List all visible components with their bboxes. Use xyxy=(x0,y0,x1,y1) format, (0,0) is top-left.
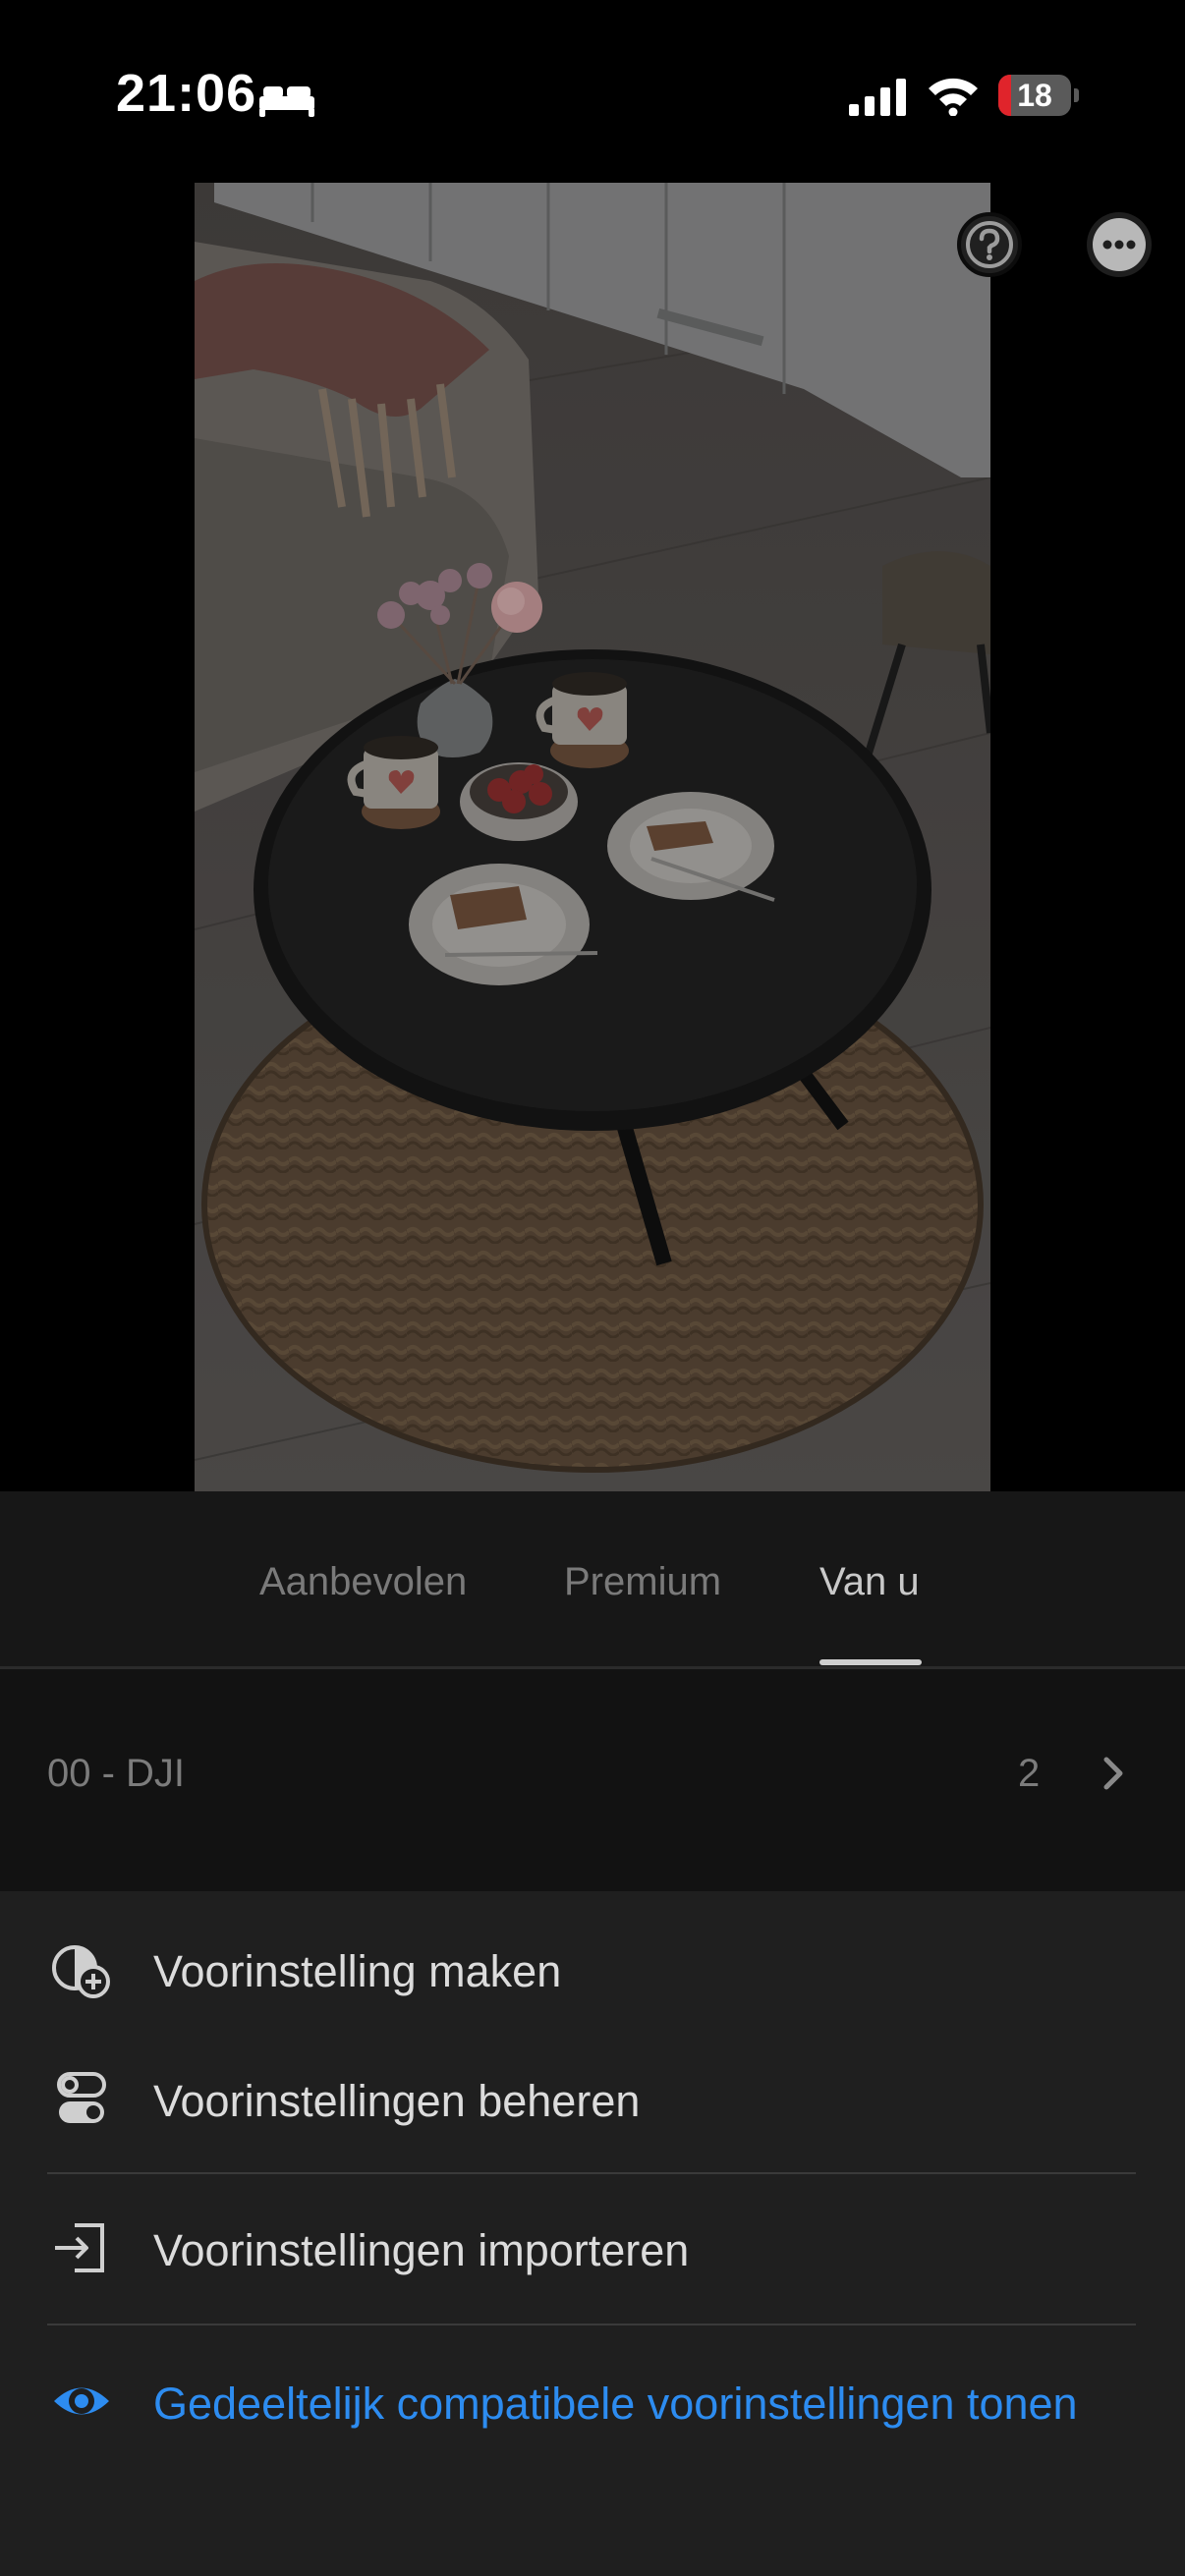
manage-presets-icon xyxy=(57,2072,106,2123)
create-preset-item[interactable]: Voorinstelling maken xyxy=(0,1911,1185,2029)
more-options-button[interactable] xyxy=(1087,212,1152,277)
preset-group-row[interactable]: 00 - DJI 2 xyxy=(0,1669,1185,1891)
preset-group-count: 2 xyxy=(1018,1752,1041,1795)
import-presets-item[interactable]: Voorinstellingen importeren xyxy=(0,2192,1185,2310)
import-icon xyxy=(55,2223,104,2272)
status-bar: 21:06 18 xyxy=(0,0,1185,187)
eye-icon xyxy=(54,2387,109,2415)
more-icon xyxy=(1093,218,1146,271)
create-preset-icon xyxy=(52,1945,110,1998)
battery-level: 18 xyxy=(1017,78,1052,113)
battery-icon: 18 xyxy=(998,75,1079,116)
wifi-icon xyxy=(929,78,978,116)
tab-premium[interactable]: Premium xyxy=(564,1560,721,1604)
photo-preview xyxy=(195,183,990,1491)
preset-category-tabs: Aanbevolen Premium Van u xyxy=(0,1491,1185,1669)
preset-group-name: 00 - DJI xyxy=(47,1752,186,1795)
help-button[interactable] xyxy=(957,212,1022,277)
chevron-right-icon xyxy=(1103,1757,1123,1790)
show-partially-compatible-item[interactable]: Gedeeltelijk compatibele voorinstellinge… xyxy=(0,2343,1185,2461)
tab-aanbevolen[interactable]: Aanbevolen xyxy=(259,1560,467,1604)
create-preset-label: Voorinstelling maken xyxy=(153,1946,562,1996)
manage-presets-label: Voorinstellingen beheren xyxy=(153,2076,641,2126)
import-presets-label: Voorinstellingen importeren xyxy=(153,2225,690,2275)
show-partially-compatible-label: Gedeeltelijk compatibele voorinstellinge… xyxy=(153,2379,1078,2429)
status-time: 21:06 xyxy=(116,64,257,123)
menu-divider xyxy=(47,2172,1136,2174)
photo-preview-area xyxy=(0,183,1185,1491)
preset-action-sheet: Voorinstelling maken Voorinstellingen be… xyxy=(0,1891,1185,2576)
cellular-signal-icon xyxy=(849,79,906,116)
tab-van-u[interactable]: Van u xyxy=(819,1560,920,1604)
active-tab-indicator xyxy=(819,1659,922,1665)
menu-divider xyxy=(47,2324,1136,2325)
bed-icon xyxy=(259,86,314,117)
manage-presets-item[interactable]: Voorinstellingen beheren xyxy=(0,2041,1185,2158)
help-icon xyxy=(966,221,1013,268)
